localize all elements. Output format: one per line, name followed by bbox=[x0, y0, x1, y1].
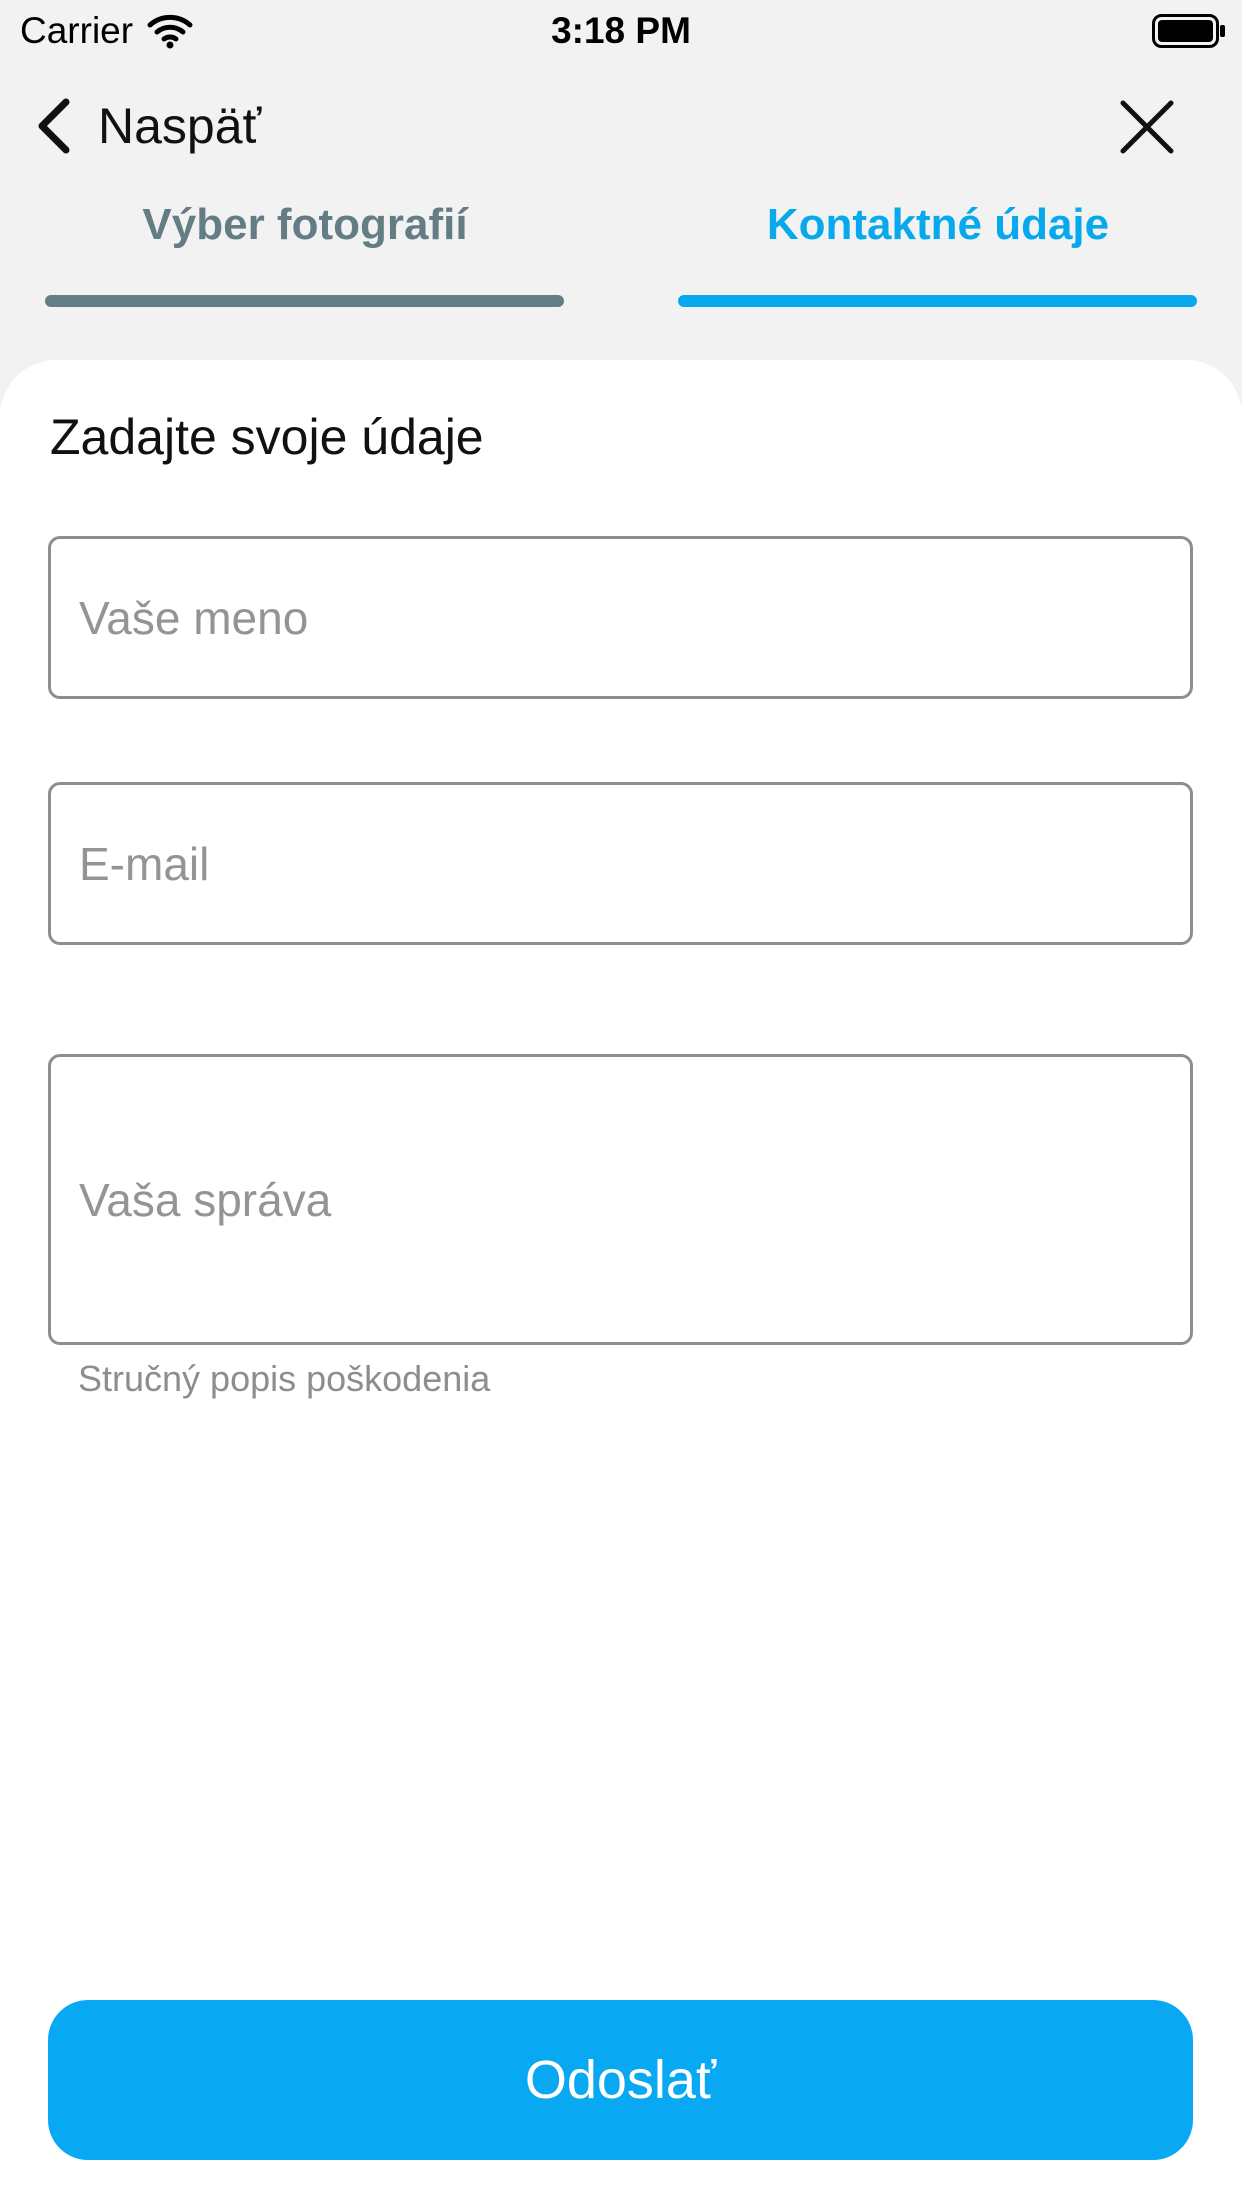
tab-contact-details[interactable]: Kontaktné údaje bbox=[678, 200, 1198, 250]
status-bar: Carrier 3:18 PM bbox=[0, 0, 1242, 60]
submit-button[interactable]: Odoslať bbox=[48, 2000, 1193, 2160]
email-input[interactable]: E-mail bbox=[48, 782, 1193, 945]
message-placeholder: Vaša správa bbox=[79, 1173, 332, 1226]
back-button[interactable]: Naspäť bbox=[34, 92, 261, 160]
close-icon[interactable] bbox=[1118, 98, 1176, 156]
tab-contact-details-indicator bbox=[678, 295, 1197, 307]
tab-photo-selection[interactable]: Výber fotografií bbox=[45, 200, 565, 250]
name-placeholder: Vaše meno bbox=[79, 591, 309, 644]
message-textarea[interactable]: Vaša správa bbox=[48, 1054, 1193, 1345]
name-input[interactable]: Vaše meno bbox=[48, 536, 1193, 699]
chevron-left-icon bbox=[38, 98, 70, 154]
email-placeholder: E-mail bbox=[79, 837, 210, 890]
message-helper-text: Stručný popis poškodenia bbox=[78, 1358, 491, 1399]
tab-photo-selection-indicator bbox=[45, 295, 564, 307]
back-label: Naspäť bbox=[98, 98, 262, 154]
clock: 3:18 PM bbox=[551, 10, 691, 51]
form-heading: Zadajte svoje údaje bbox=[50, 409, 484, 465]
battery-icon bbox=[1152, 14, 1225, 48]
